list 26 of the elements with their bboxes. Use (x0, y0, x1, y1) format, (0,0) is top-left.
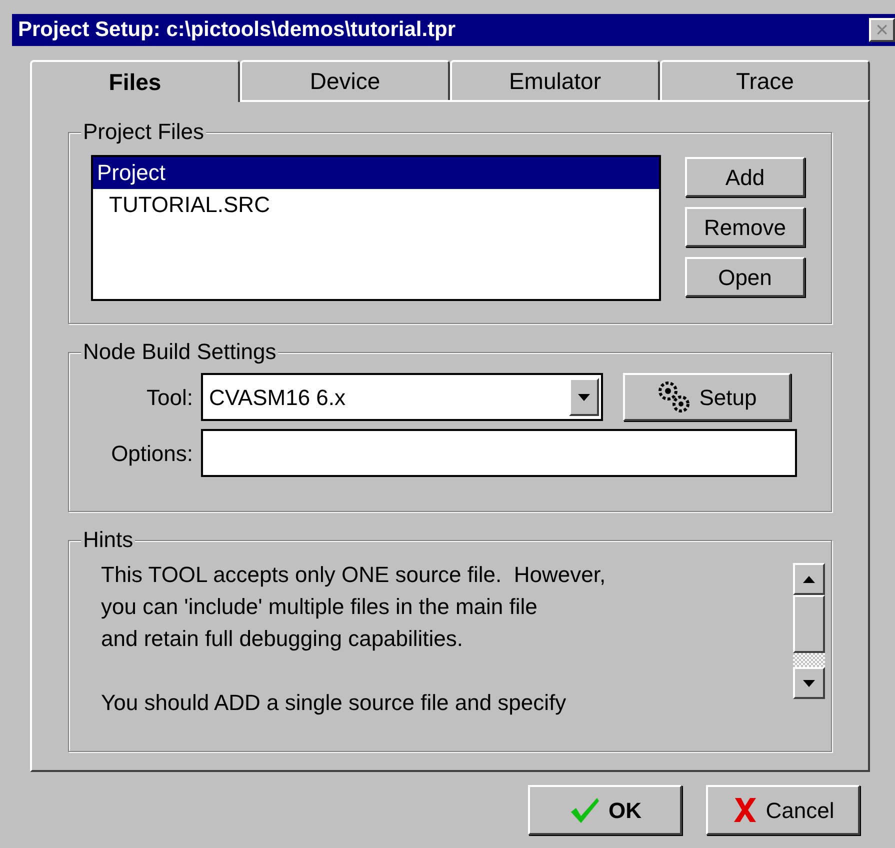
list-item[interactable]: TUTORIAL.SRC (93, 189, 659, 221)
window-title: Project Setup: c:\pictools\demos\tutorial.tpr (18, 17, 456, 44)
scrollbar[interactable] (793, 563, 825, 699)
scroll-down-icon[interactable] (793, 667, 825, 699)
options-label: Options: (110, 440, 194, 468)
list-item[interactable]: Project (93, 157, 659, 189)
tool-label: Tool: (146, 384, 194, 412)
tab[interactable]: Emulator (450, 60, 660, 100)
checkmark-icon (568, 796, 600, 824)
hint-text: This TOOL accepts only ONE source file. However, you can 'include' multiple files in the main file and retain full debugging capabilities. (101, 561, 606, 653)
setup-button[interactable]: Setup (623, 373, 791, 421)
options-field[interactable] (201, 429, 797, 477)
list-action-button[interactable]: Add (685, 157, 805, 197)
hint-text: You should ADD a single source file and specify (101, 689, 566, 717)
list-action-button[interactable]: Open (685, 257, 805, 297)
cross-icon (732, 796, 758, 824)
scroll-thumb[interactable] (793, 595, 825, 653)
tab[interactable]: Device (240, 60, 450, 100)
cancel-button[interactable]: Cancel (706, 785, 860, 835)
scroll-up-icon[interactable] (793, 563, 825, 595)
list-action-button[interactable]: Remove (685, 207, 805, 247)
tab[interactable]: Trace (660, 60, 870, 100)
gears-icon (657, 380, 692, 414)
tool-dropdown[interactable]: CVASM16 6.x (201, 373, 603, 421)
tab[interactable]: Files (30, 60, 240, 102)
ok-button[interactable]: OK (528, 785, 682, 835)
